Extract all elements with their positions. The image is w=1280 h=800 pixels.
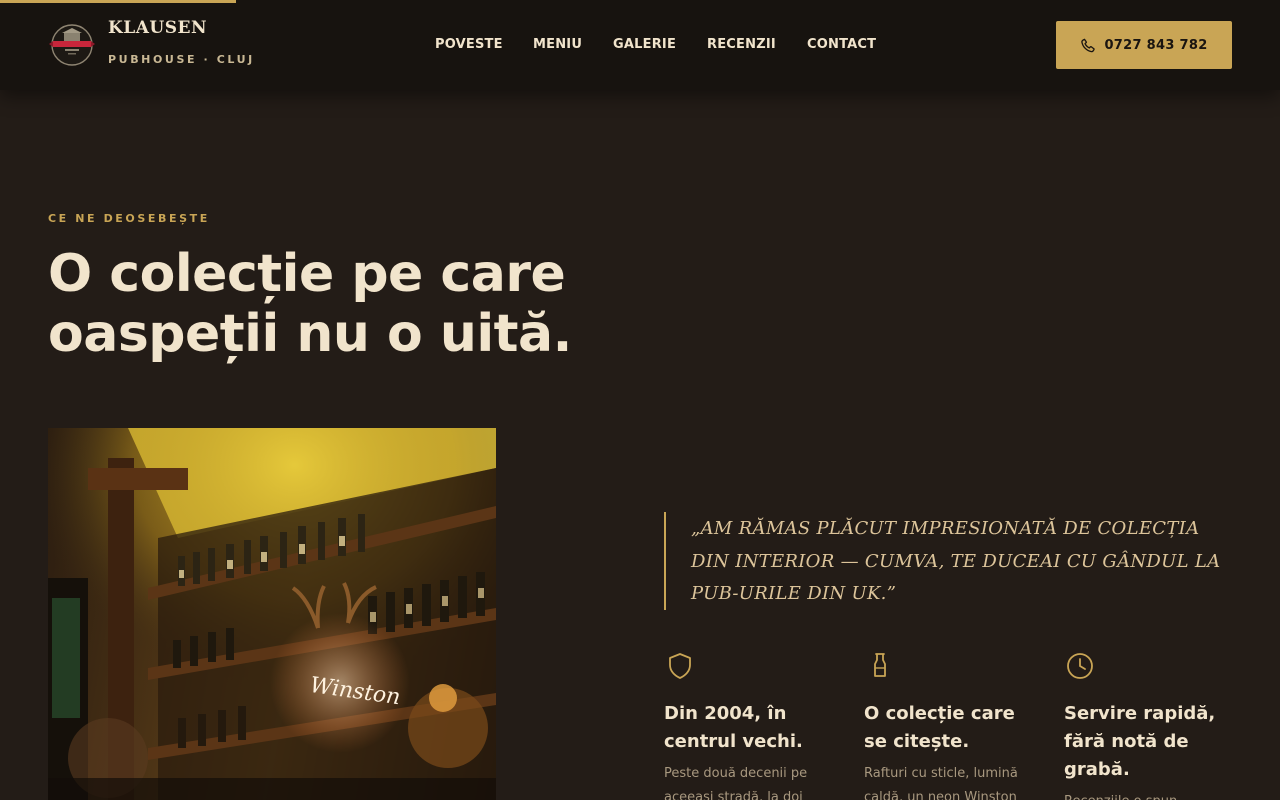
nav-contact[interactable]: CONTACT	[807, 37, 876, 52]
call-button-label: 0727 843 782	[1104, 37, 1208, 53]
header-accent-line	[0, 0, 236, 3]
feature-text: Recenziile o spun	[1064, 790, 1236, 800]
brand-name[interactable]: KLAUSEN	[108, 18, 207, 38]
pub-crest-icon[interactable]	[48, 22, 96, 68]
feature-title: Din 2004, în centrul vechi.	[664, 703, 803, 752]
flask-icon	[874, 653, 886, 677]
brand-tagline: PUBHOUSE · CLUJ	[108, 53, 255, 66]
feature-text: Rafturi cu sticle, lumină caldă, un neon…	[864, 766, 1018, 800]
nav-meniu[interactable]: MENIU	[533, 37, 582, 52]
title-line-1: O colecție pe care	[48, 244, 566, 304]
nav-poveste[interactable]: POVESTE	[435, 37, 503, 52]
feature-title: Servire rapidă, fără notă de grabă.	[1064, 703, 1216, 780]
title-line-2: oaspeții nu o uită.	[48, 304, 572, 364]
review-quote: „Am rămas plăcut impresionată de colecți…	[691, 518, 1221, 604]
site-header: KLAUSEN PUBHOUSE · CLUJ POVESTE MENIU GA…	[0, 0, 1280, 90]
section-eyebrow: CE NE DEOSEBEȘTE	[48, 212, 210, 225]
bar-shelves-photo: Winston	[48, 428, 496, 800]
feature-text: Peste două decenii pe aceeași stradă, la…	[664, 766, 808, 800]
nav-recenzii[interactable]: RECENZII	[707, 37, 776, 52]
call-button[interactable]: 0727 843 782	[1056, 21, 1232, 69]
shield-icon	[669, 653, 691, 679]
quote-accent-bar	[664, 512, 666, 610]
page-title: O colecție pe care oaspeții nu o uită.	[48, 244, 668, 364]
nav-galerie[interactable]: GALERIE	[613, 37, 676, 52]
phone-icon	[1081, 38, 1096, 53]
feature-title: O colecție care se citește.	[864, 703, 1015, 752]
clock-icon	[1067, 653, 1093, 679]
